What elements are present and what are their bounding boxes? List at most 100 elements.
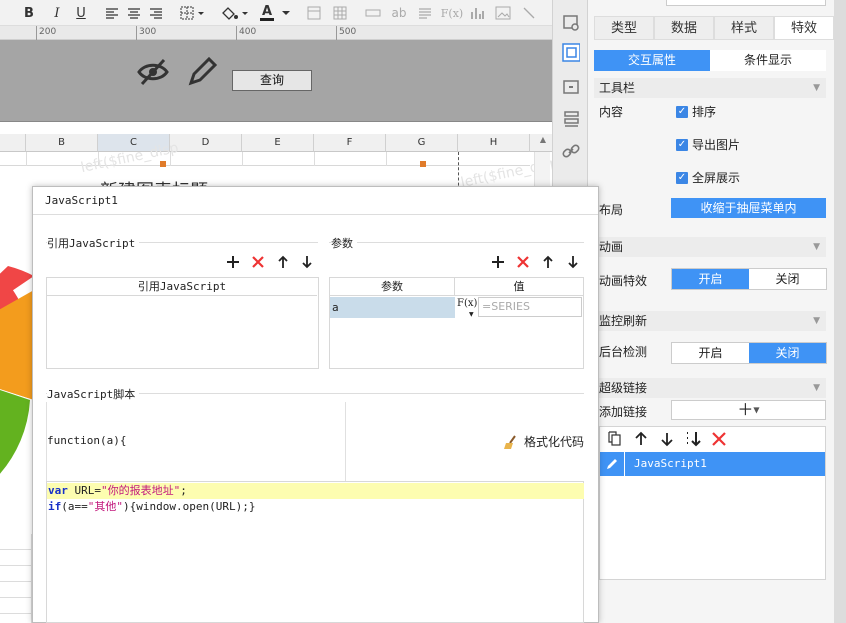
scroll-up-icon[interactable]: ▲ — [538, 135, 548, 145]
background-check-on-option[interactable]: 开启 — [672, 343, 749, 363]
border-icon[interactable] — [180, 4, 206, 22]
group-line — [329, 242, 584, 243]
font-color-label: A — [260, 4, 274, 21]
section-toolbar[interactable]: 工具栏 ▼ — [594, 78, 826, 98]
subtab-interaction[interactable]: 交互属性 — [594, 50, 710, 71]
animation-off-option[interactable]: 关闭 — [749, 269, 826, 289]
tab-effects[interactable]: 特效 — [774, 16, 834, 40]
ref-javascript-header: 引用JavaScript — [47, 278, 317, 296]
chart-resize-handle[interactable] — [420, 161, 426, 167]
ruler-tick: 200 — [36, 26, 56, 40]
add-ref-button[interactable] — [224, 253, 242, 271]
param-name-header: 参数 — [330, 278, 455, 296]
code-keyword: if — [48, 500, 62, 513]
check-icon: ✓ — [676, 138, 688, 151]
section-toolbar-label: 工具栏 — [599, 81, 636, 95]
move-up-icon[interactable] — [632, 430, 650, 448]
query-button[interactable]: 查询 — [232, 70, 312, 91]
format-code-button[interactable]: 格式化代码 — [503, 433, 584, 450]
paragraph-icon[interactable] — [416, 4, 434, 22]
column-header-h[interactable]: H — [458, 134, 530, 152]
cell-attribute-icon[interactable] — [562, 14, 580, 32]
pie-chart-fragment — [0, 240, 34, 480]
merge-cell-icon[interactable] — [306, 4, 322, 22]
column-header-b[interactable]: B — [26, 134, 98, 152]
delete-param-button[interactable] — [514, 253, 532, 271]
tab-type[interactable]: 类型 — [594, 16, 654, 40]
hyperlink-icon[interactable] — [562, 142, 580, 160]
table-grid-icon[interactable] — [332, 4, 348, 22]
export-image-checkbox[interactable]: ✓ 导出图片 — [676, 136, 740, 153]
param-value-input[interactable]: =SERIES — [478, 297, 582, 317]
fullscreen-checkbox-label: 全屏展示 — [692, 171, 741, 185]
clipped-dropdown-top[interactable] — [666, 0, 826, 6]
add-param-button[interactable] — [489, 253, 507, 271]
param-name-cell[interactable]: a — [330, 297, 455, 318]
background-check-off-option[interactable]: 关闭 — [749, 343, 826, 363]
chart-attribute-icon[interactable] — [562, 43, 580, 62]
code-text: ){window.open(URL);} — [123, 500, 256, 513]
column-header-g[interactable]: G — [386, 134, 458, 152]
section-animation-label: 动画 — [599, 240, 624, 254]
animation-toggle[interactable]: 开启 关闭 — [671, 268, 827, 290]
panel-scrollbar[interactable] — [834, 0, 846, 623]
fill-color-icon[interactable] — [220, 4, 250, 22]
insert-image-icon[interactable] — [494, 4, 512, 22]
tab-style[interactable]: 样式 — [714, 16, 774, 40]
condition-attribute-icon[interactable] — [562, 110, 580, 128]
layout-option-drawer[interactable]: 收缩于抽屉菜单内 — [671, 198, 826, 218]
sheet-grid-fragment — [0, 534, 32, 623]
collapse-arrow-icon: ▼ — [813, 242, 820, 252]
insert-chart-icon[interactable] — [468, 4, 486, 22]
edit-pencil-icon[interactable] — [186, 56, 218, 88]
align-left-icon[interactable] — [104, 4, 120, 22]
background-check-toggle[interactable]: 开启 关闭 — [671, 342, 827, 364]
ref-move-up-button[interactable] — [274, 253, 292, 271]
slash-draw-icon[interactable] — [520, 4, 538, 22]
copy-icon[interactable] — [606, 430, 624, 448]
animation-effect-label: 动画特效 — [599, 274, 648, 288]
text-ab-button[interactable]: ab — [390, 4, 408, 22]
animation-on-option[interactable]: 开启 — [672, 269, 749, 289]
tab-data[interactable]: 数据 — [654, 16, 714, 40]
section-animation[interactable]: 动画 ▼ — [594, 237, 826, 257]
align-right-icon[interactable] — [148, 4, 164, 22]
column-header-f[interactable]: F — [314, 134, 386, 152]
column-header-d[interactable]: D — [170, 134, 242, 152]
italic-button[interactable]: I — [50, 4, 64, 22]
section-monitor-refresh[interactable]: 监控刷新 ▼ — [594, 311, 826, 331]
code-string: "你的报表地址" — [101, 484, 181, 497]
background-check-label: 后台检测 — [599, 345, 648, 359]
subtab-condition-display[interactable]: 条件显示 — [710, 50, 826, 71]
fullscreen-checkbox[interactable]: ✓ 全屏展示 — [676, 169, 740, 186]
hide-eye-icon[interactable] — [136, 56, 170, 88]
delete-ref-button[interactable] — [249, 253, 267, 271]
add-link-button[interactable]: ＋▼ — [671, 400, 826, 420]
column-header-e[interactable]: E — [242, 134, 314, 152]
edit-pencil-icon[interactable] — [600, 452, 625, 476]
sort-down-icon[interactable] — [684, 430, 702, 448]
ref-move-down-button[interactable] — [298, 253, 316, 271]
delete-icon[interactable] — [710, 430, 728, 448]
code-line-2[interactable]: if(a=="其他"){window.open(URL);} — [47, 499, 255, 515]
chart-resize-handle[interactable] — [160, 161, 166, 167]
param-move-down-button[interactable] — [564, 253, 582, 271]
sort-checkbox[interactable]: ✓ 排序 — [676, 103, 716, 120]
script-group-label: JavaScript脚本 — [47, 386, 140, 402]
insert-control-icon[interactable] — [364, 4, 382, 22]
align-center-icon[interactable] — [126, 4, 142, 22]
formula-button[interactable]: F(x) ▼ — [456, 297, 478, 318]
widget-attribute-icon[interactable] — [562, 78, 580, 96]
sheet-corner[interactable] — [0, 134, 26, 152]
bold-button[interactable]: B — [22, 4, 36, 22]
param-move-up-button[interactable] — [539, 253, 557, 271]
formula-button[interactable]: F(x) — [441, 4, 463, 22]
javascript-code-editor[interactable]: var URL="你的报表地址"; if(a=="其他"){window.ope… — [46, 481, 584, 623]
check-icon: ✓ — [676, 105, 688, 118]
section-hyperlink[interactable]: 超级链接 ▼ — [594, 378, 826, 398]
move-down-icon[interactable] — [658, 430, 676, 448]
font-color-button[interactable]: A — [260, 4, 292, 22]
underline-button[interactable]: U — [74, 4, 88, 22]
code-line-1[interactable]: var URL="你的报表地址"; — [47, 483, 584, 499]
hyperlink-item-javascript1[interactable]: JavaScript1 — [600, 452, 825, 476]
